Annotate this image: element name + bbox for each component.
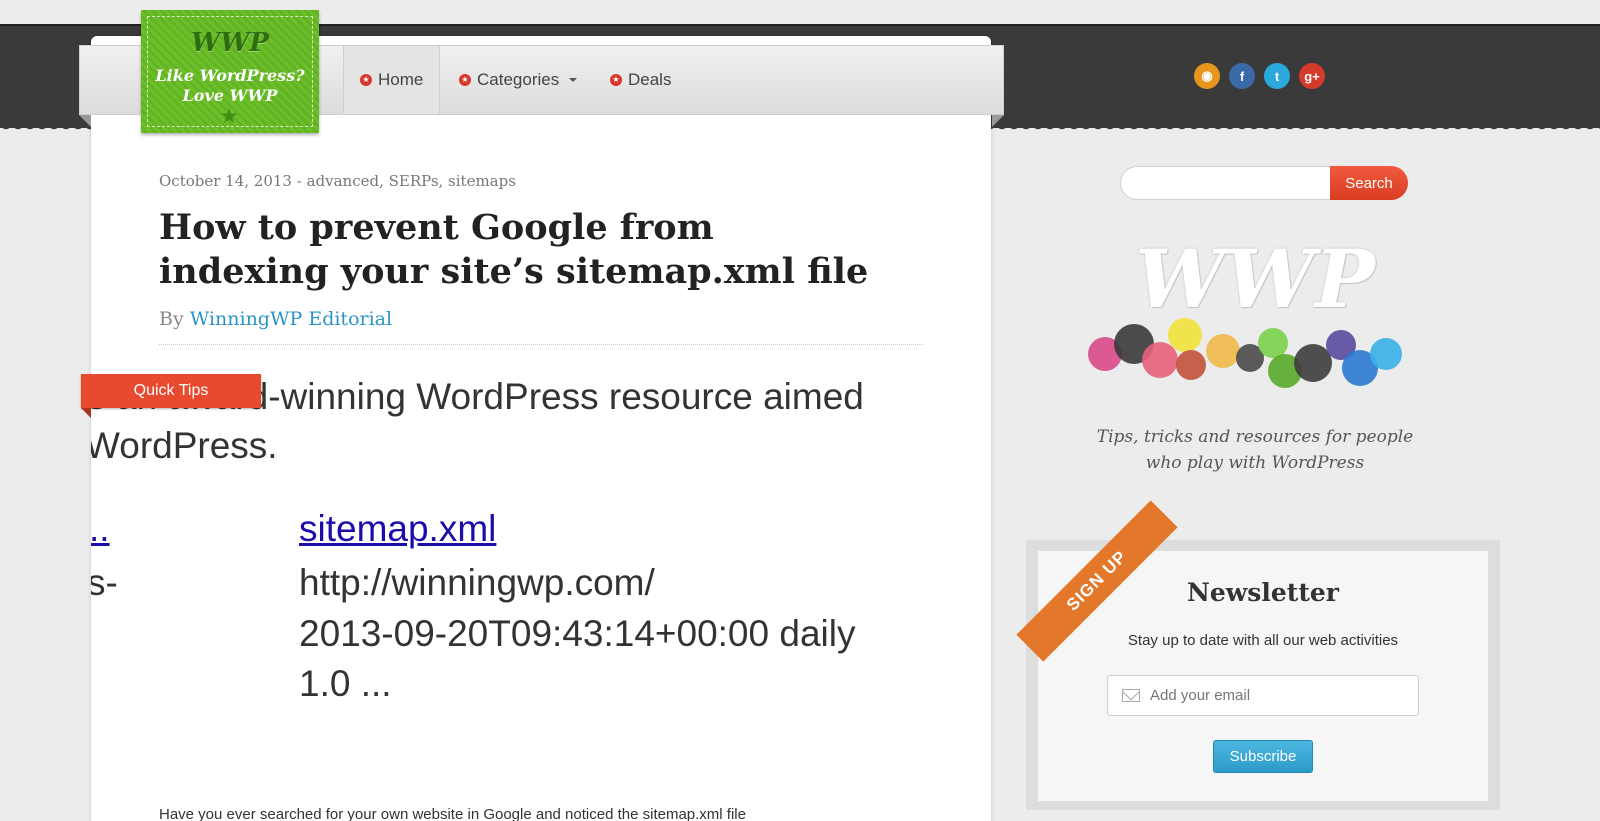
sidebar-logo: WWP Tips, tricks and resources for peopl… — [1080, 232, 1430, 482]
nav-fold-right — [992, 115, 1004, 127]
star-icon: ★ — [221, 106, 238, 127]
twitter-icon[interactable]: t — [1264, 63, 1290, 89]
newsletter-subtitle: Stay up to date with all our web activit… — [1127, 632, 1399, 649]
screenshot-result-line-1: 2013-09-20T09:43:14+00:00 daily — [299, 613, 856, 654]
logo-line-1: Like WordPress? — [155, 66, 305, 85]
email-input[interactable] — [1150, 687, 1400, 704]
screenshot-result-url: http://winningwp.com/ — [299, 562, 655, 603]
featured-image: is an award-winning WordPress resource a… — [91, 370, 991, 730]
screenshot-text-line-2: WordPress. — [91, 425, 278, 466]
search-button[interactable]: Search — [1330, 166, 1408, 200]
rss-icon[interactable]: ◉ — [1194, 63, 1220, 89]
bubble-graphic — [1176, 350, 1206, 380]
sidebar-logo-mark: WWP — [1135, 232, 1375, 326]
chevron-down-icon — [569, 78, 578, 82]
sidebar-tagline-line-1: Tips, tricks and resources for people — [1096, 427, 1414, 447]
search-input[interactable] — [1120, 166, 1335, 200]
screenshot-result-link: sitemap.xml — [299, 508, 497, 549]
logo-title: WWP — [191, 28, 269, 58]
ribbon-fold — [81, 408, 91, 418]
star-icon: ★ — [610, 74, 622, 86]
subscribe-button[interactable]: Subscribe — [1213, 740, 1313, 773]
facebook-icon[interactable]: f — [1229, 63, 1255, 89]
nav-home[interactable]: ★ Home — [343, 46, 441, 114]
google-plus-icon[interactable]: g+ — [1299, 63, 1325, 89]
site-logo[interactable]: WWP Like WordPress? Love WWP ★ — [141, 10, 319, 133]
star-icon: ★ — [459, 74, 471, 86]
nav-home-label: Home — [378, 70, 424, 89]
mail-icon — [1122, 689, 1140, 702]
newsletter-title: Newsletter — [1187, 578, 1339, 607]
nav-categories[interactable]: ★ Categories — [459, 46, 578, 114]
post-byline: By WinningWP Editorial — [159, 308, 392, 330]
nav-fold-left — [79, 115, 91, 127]
sidebar-tagline-line-2: who play with WordPress — [1145, 453, 1365, 473]
category-ribbon[interactable]: Quick Tips — [81, 374, 261, 408]
bubble-graphic — [1370, 338, 1402, 370]
email-field[interactable] — [1107, 675, 1419, 716]
author-link[interactable]: WinningWP Editorial — [190, 308, 392, 330]
post-title: How to prevent Google from indexing your… — [159, 207, 869, 292]
nav-deals-label: Deals — [628, 70, 672, 89]
title-divider — [159, 344, 924, 345]
post-excerpt: Have you ever searched for your own webs… — [159, 806, 746, 821]
bubble-graphic — [1168, 318, 1202, 352]
byline-prefix: By — [159, 308, 184, 330]
nav-deals[interactable]: ★ Deals — [610, 46, 671, 114]
star-icon: ★ — [360, 74, 372, 86]
nav-categories-label: Categories — [477, 70, 560, 89]
screenshot-left-fragment: s- — [91, 562, 118, 603]
bubble-graphic — [1206, 334, 1240, 368]
logo-line-2: Love WWP — [182, 86, 278, 105]
sidebar-tagline: Tips, tricks and resources for people wh… — [1080, 424, 1430, 476]
social-links: ◉ f t g+ — [1194, 63, 1325, 89]
screenshot-result-line-2: 1.0 ... — [299, 663, 392, 704]
category-ribbon-label: Quick Tips — [133, 382, 209, 399]
screenshot-left-link: .. — [91, 508, 110, 549]
post-meta: October 14, 2013 - advanced, SERPs, site… — [159, 172, 516, 190]
